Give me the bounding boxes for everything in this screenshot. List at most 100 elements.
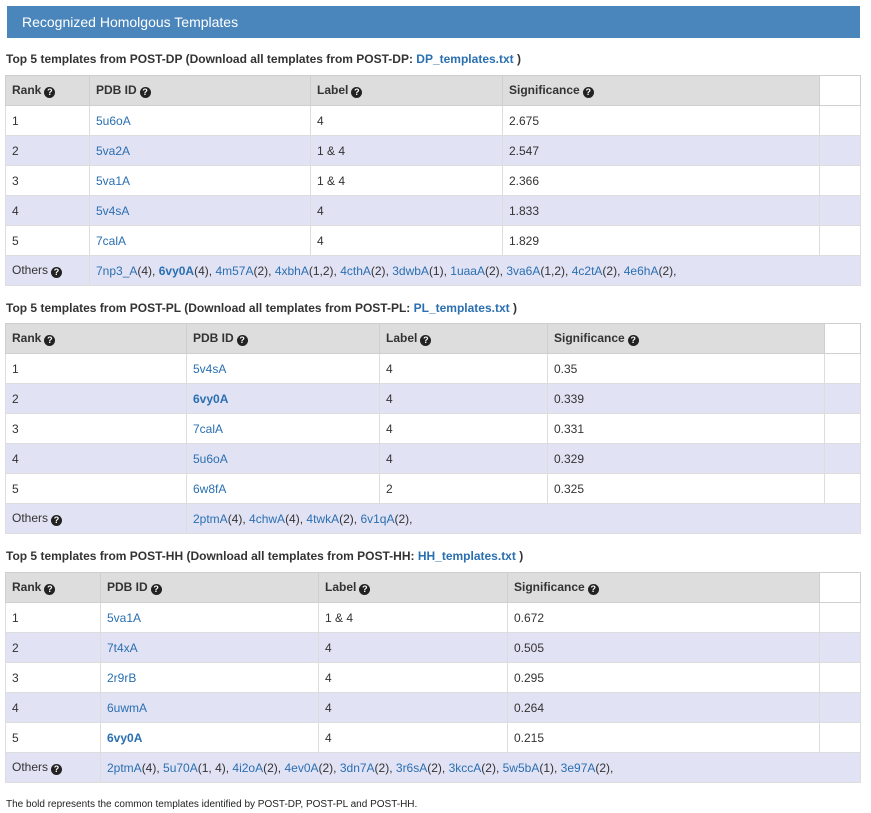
row-spacer [819,195,861,226]
pdb-link[interactable]: 5u6oA [96,114,131,128]
other-template-link[interactable]: 3dwbA [392,264,429,278]
table-body: 1 5va1A 1 & 4 0.672 2 7t4xA 4 0.505 3 2r9rB 4 0.295… [5,602,861,783]
label-header: Label? [379,323,548,354]
other-template-link[interactable]: 4cthA [340,264,371,278]
rank-cell: 5 [5,473,187,504]
help-icon[interactable]: ? [44,335,56,346]
other-template-count: (2) [481,760,496,775]
help-icon[interactable]: ? [359,584,371,595]
panel-header: Recognized Homolgous Templates [7,6,860,38]
others-row: Others? 2ptmA(4), 5u70A(1, 4), 4i2oA(2), … [5,752,861,783]
other-template-link[interactable]: 5w5bA [503,761,540,775]
row-spacer [819,722,861,753]
help-icon[interactable]: ? [150,584,162,595]
pdb-link[interactable]: 5va1A [107,611,141,625]
section-title-pl: Top 5 templates from POST-PL (Download a… [6,301,517,315]
other-template-link[interactable]: 4chwA [249,512,285,526]
help-icon[interactable]: ? [236,335,248,346]
other-template-count: (4) [141,760,157,775]
pdb-link[interactable]: 5v4sA [96,204,129,218]
download-link-pl[interactable]: PL_templates.txt [414,301,510,315]
rank-cell: 4 [5,692,101,723]
label-cell: 1 & 4 [310,165,503,196]
pdb-cell: 5u6oA [186,443,380,474]
label-cell: 1 & 4 [318,602,508,633]
other-template-link[interactable]: 3r6sA [396,761,427,775]
row-spacer [819,692,861,723]
pdb-link[interactable]: 6vy0A [193,392,228,406]
other-template-link[interactable]: 7np3_A [96,264,137,278]
pdb-link[interactable]: 2r9rB [107,671,136,685]
other-template-link[interactable]: 4ev0A [284,761,318,775]
significance-cell: 0.672 [507,602,820,633]
separator: , [673,263,677,278]
other-template-link[interactable]: 5u70A [163,761,198,775]
help-icon[interactable]: ? [587,584,599,595]
label-cell: 4 [379,383,548,414]
pdb-link[interactable]: 5u6oA [193,452,228,466]
pdb-link[interactable]: 5va2A [96,144,130,158]
other-template-count: (2) [253,263,269,278]
pdb-header: PDB ID? [89,75,311,106]
significance-cell: 0.35 [547,353,825,384]
significance-header: Significance? [502,75,820,106]
other-template-link[interactable]: 3dn7A [340,761,375,775]
other-template-link[interactable]: 6v1qA [360,512,394,526]
pdb-cell: 7calA [186,413,380,444]
other-template-link[interactable]: 4e6hA [624,264,659,278]
other-template-link[interactable]: 2ptmA [193,512,228,526]
other-template-count: (1,2) [540,263,566,278]
label-cell: 2 [379,473,548,504]
help-icon[interactable]: ? [51,267,63,278]
pdb-link[interactable]: 7calA [96,234,126,248]
help-icon[interactable]: ? [351,87,363,98]
table-header-row: Rank? PDB ID? Label? Significance? [5,323,861,354]
pdb-link[interactable]: 7calA [193,422,223,436]
download-link-dp[interactable]: DP_templates.txt [416,52,513,66]
pdb-link[interactable]: 5va1A [96,174,130,188]
separator: , [617,263,624,278]
significance-cell: 2.547 [502,135,820,166]
other-template-link[interactable]: 3kccA [449,761,482,775]
other-template-count: (2) [394,511,410,526]
help-icon[interactable]: ? [51,764,63,775]
help-icon[interactable]: ? [582,87,594,98]
other-template-link[interactable]: 4twkA [306,512,339,526]
other-template-link[interactable]: 3va6A [506,264,540,278]
help-icon[interactable]: ? [44,584,56,595]
other-template-link[interactable]: 1uaaA [450,264,485,278]
table-row: 4 5v4sA 4 1.833 [5,195,861,226]
other-template-link[interactable]: 2ptmA [107,761,142,775]
help-icon[interactable]: ? [44,87,56,98]
other-template-count: (1) [428,263,444,278]
row-spacer [819,632,861,663]
other-template-link[interactable]: 4xbhA [275,264,309,278]
row-spacer [824,383,861,414]
help-icon[interactable]: ? [51,515,63,526]
help-icon[interactable]: ? [139,87,151,98]
other-template-link[interactable]: 6vy0A [159,264,194,278]
separator: , [554,760,561,775]
others-label-cell: Others? [5,752,101,783]
significance-cell: 0.325 [547,473,825,504]
other-template-link[interactable]: 3e97A [561,761,596,775]
row-spacer [819,602,861,633]
row-spacer [824,353,861,384]
others-list: 2ptmA(4), 4chwA(4), 4twkA(2), 6v1qA(2), [186,503,861,534]
pdb-link[interactable]: 5v4sA [193,362,226,376]
pdb-link[interactable]: 6w8fA [193,482,226,496]
download-link-hh[interactable]: HH_templates.txt [418,549,516,563]
pdb-link[interactable]: 7t4xA [107,641,138,655]
other-template-link[interactable]: 4m57A [215,264,253,278]
pdb-link[interactable]: 6vy0A [107,731,142,745]
other-template-count: (2) [339,511,354,526]
help-icon[interactable]: ? [627,335,639,346]
table-row: 5 6w8fA 2 0.325 [5,473,861,504]
other-template-link[interactable]: 4c2tA [572,264,603,278]
templates-table-hh: Rank? PDB ID? Label? Significance? 1 5va1… [5,572,861,783]
row-spacer [819,662,861,693]
other-template-link[interactable]: 4i2oA [232,761,263,775]
pdb-link[interactable]: 6uwmA [107,701,147,715]
help-icon[interactable]: ? [420,335,432,346]
label-cell: 4 [310,225,503,256]
